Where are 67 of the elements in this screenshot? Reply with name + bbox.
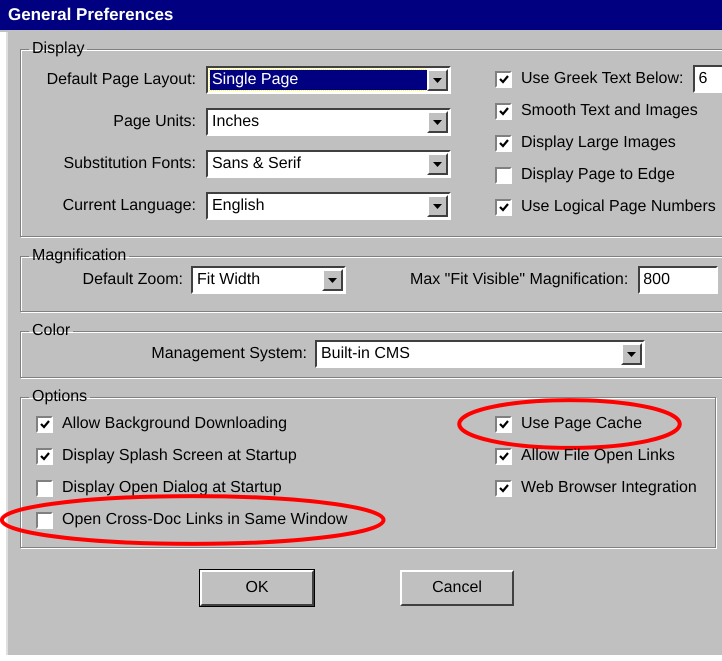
checkbox-label: Display Open Dialog at Startup: [62, 478, 282, 498]
check-icon: [498, 420, 508, 428]
number-field[interactable]: 6: [693, 65, 722, 93]
dropdown-arrow-button[interactable]: [427, 195, 448, 217]
number-field[interactable]: 800: [638, 266, 718, 294]
check-icon: [498, 74, 508, 84]
dropdown-arrow-button[interactable]: [427, 111, 448, 133]
checkbox[interactable]: [36, 512, 53, 528]
field-label: Default Page Layout:: [46, 70, 197, 90]
dropdown[interactable]: Fit Width: [191, 266, 346, 294]
group-label: Magnification: [31, 247, 128, 265]
check-icon: [498, 138, 508, 148]
check-icon: [40, 420, 50, 428]
checkbox-label: Allow File Open Links: [521, 446, 675, 466]
checkbox-label: Web Browser Integration: [521, 478, 697, 498]
checkbox[interactable]: [495, 448, 512, 464]
checkbox[interactable]: [36, 480, 53, 496]
checkbox-label: Use Page Cache: [521, 414, 642, 434]
checkbox-label: Allow Background Downloading: [62, 414, 288, 434]
checkbox-label: Display Splash Screen at Startup: [62, 446, 297, 466]
group-label: Display: [31, 40, 86, 58]
checkbox-label: Display Page to Edge: [521, 165, 675, 185]
checkbox-label: Smooth Text and Images: [521, 101, 698, 121]
dropdown-arrow-button[interactable]: [427, 153, 448, 175]
dialog-button[interactable]: Cancel: [400, 570, 514, 606]
down-arrow-icon: [433, 204, 442, 208]
checkbox[interactable]: [495, 166, 512, 184]
dropdown-arrow-button[interactable]: [427, 69, 448, 91]
check-icon: [498, 106, 508, 116]
dropdown[interactable]: Built-in CMS: [315, 340, 645, 368]
checkbox[interactable]: [495, 416, 512, 432]
dropdown-arrow-button[interactable]: [621, 343, 642, 365]
check-icon: [40, 452, 50, 460]
field-label: Management System:: [150, 344, 308, 364]
checkbox[interactable]: [36, 416, 53, 432]
checkbox[interactable]: [495, 134, 512, 152]
field-label: Default Zoom:: [82, 270, 184, 290]
down-arrow-icon: [328, 278, 337, 282]
dropdown[interactable]: Sans & Serif: [206, 150, 451, 178]
dropdown-arrow-button[interactable]: [322, 269, 343, 291]
down-arrow-icon: [627, 352, 636, 356]
check-icon: [498, 484, 508, 492]
field-label: Max "Fit Visible" Magnification:: [410, 270, 630, 290]
field-label: Current Language:: [62, 196, 197, 216]
checkbox[interactable]: [495, 198, 512, 216]
dropdown[interactable]: Single Page: [206, 66, 451, 94]
checkbox-label: Use Greek Text Below:: [521, 69, 684, 89]
group-label: Color: [31, 322, 72, 340]
window-title: General Preferences: [8, 4, 174, 26]
check-icon: [498, 202, 508, 212]
dropdown[interactable]: Inches: [206, 108, 451, 136]
down-arrow-icon: [433, 120, 442, 124]
dialog-button[interactable]: OK: [200, 570, 314, 606]
down-arrow-icon: [433, 78, 442, 82]
check-icon: [498, 452, 508, 460]
checkbox[interactable]: [495, 102, 512, 120]
dropdown[interactable]: English: [206, 192, 451, 220]
checkbox-label: Open Cross-Doc Links in Same Window: [62, 510, 348, 530]
field-label: Substitution Fonts:: [62, 154, 197, 174]
group-label: Options: [31, 388, 88, 406]
checkbox-label: Display Large Images: [521, 133, 676, 153]
field-label: Page Units:: [112, 112, 197, 132]
checkbox[interactable]: [36, 448, 53, 464]
checkbox[interactable]: [495, 480, 512, 496]
checkbox[interactable]: [495, 70, 512, 88]
down-arrow-icon: [433, 162, 442, 166]
checkbox-label: Use Logical Page Numbers: [521, 197, 716, 217]
